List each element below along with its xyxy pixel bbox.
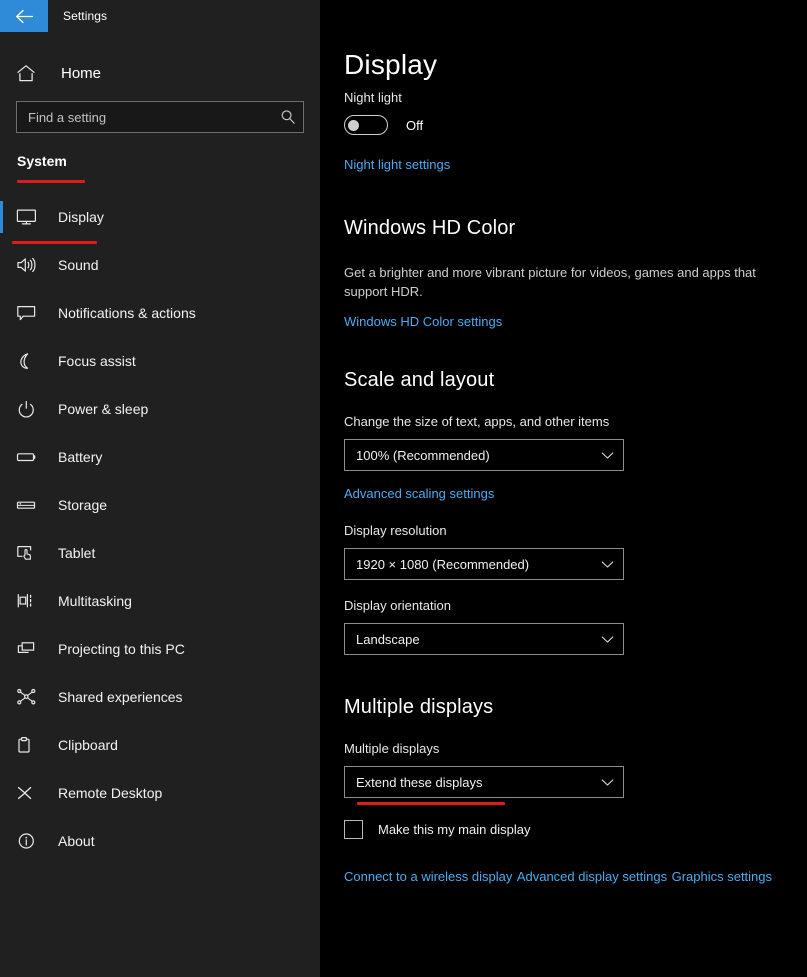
sidebar-item-sound-label: Sound	[58, 257, 99, 273]
advanced-display-settings-link[interactable]: Advanced display settings	[517, 869, 667, 884]
main-display-checkbox-row[interactable]: Make this my main display	[344, 820, 783, 839]
clipboard-icon	[16, 736, 42, 754]
back-button[interactable]	[0, 0, 48, 32]
multiple-displays-dropdown[interactable]: Extend these displays	[344, 766, 624, 805]
sidebar-item-display-label: Display	[58, 209, 104, 225]
night-light-toggle-row: Off	[344, 115, 783, 135]
sidebar-item-storage-label: Storage	[58, 497, 108, 513]
night-light-state: Off	[406, 117, 424, 133]
sidebar-item-notifications-label: Notifications & actions	[58, 305, 196, 321]
sidebar-item-multitasking[interactable]: Multitasking	[0, 577, 320, 625]
sidebar-item-battery-label: Battery	[58, 449, 103, 465]
sidebar-item-focus-assist-label: Focus assist	[58, 353, 136, 369]
graphics-settings-link[interactable]: Graphics settings	[672, 869, 772, 884]
night-light-toggle[interactable]	[344, 115, 388, 135]
windows-hd-color-heading: Windows HD Color	[344, 217, 516, 239]
battery-icon	[16, 448, 42, 466]
night-light-settings-link[interactable]: Night light settings	[344, 157, 450, 172]
sidebar-item-clipboard[interactable]: Clipboard	[0, 721, 320, 769]
orientation-dropdown[interactable]: Landscape	[344, 623, 624, 655]
power-icon	[16, 400, 42, 418]
sidebar-section-title: System	[17, 153, 67, 169]
sidebar-item-about-label: About	[58, 833, 95, 849]
annotation-underline-system	[17, 180, 85, 183]
page-title: Display	[344, 49, 438, 80]
chat-bubble-icon	[16, 304, 42, 322]
sidebar-item-display[interactable]: Display	[0, 193, 320, 241]
search-input[interactable]	[17, 109, 273, 125]
sidebar-item-storage[interactable]: Storage	[0, 481, 320, 529]
scale-dropdown-value: 100% (Recommended)	[356, 447, 490, 463]
advanced-scaling-settings-link[interactable]: Advanced scaling settings	[344, 486, 494, 501]
resolution-dropdown-value: 1920 × 1080 (Recommended)	[356, 556, 530, 572]
connect-wireless-display-link[interactable]: Connect to a wireless display	[344, 869, 512, 884]
multiple-displays-heading: Multiple displays	[344, 696, 494, 718]
share-nodes-icon	[16, 688, 42, 706]
sidebar-item-projecting-label: Projecting to this PC	[58, 641, 185, 657]
sidebar-item-clipboard-label: Clipboard	[58, 737, 118, 753]
scale-and-layout-heading: Scale and layout	[344, 369, 495, 391]
night-light-label: Night light	[344, 90, 402, 105]
main-display-checkbox-label: Make this my main display	[378, 822, 531, 837]
windows-hd-color-description: Get a brighter and more vibrant picture …	[344, 265, 756, 299]
multiple-displays-label: Multiple displays	[344, 741, 440, 756]
toggle-knob	[348, 119, 359, 131]
annotation-underline-display	[12, 241, 97, 244]
sidebar-item-remote-desktop[interactable]: Remote Desktop	[0, 769, 320, 817]
sidebar-nav-list: Display Sound Notifications & actions Fo…	[0, 193, 320, 865]
sidebar-item-projecting[interactable]: Projecting to this PC	[0, 625, 320, 673]
sidebar-item-battery[interactable]: Battery	[0, 433, 320, 481]
sidebar-item-remote-desktop-label: Remote Desktop	[58, 785, 163, 801]
speaker-icon	[16, 256, 42, 274]
chevron-down-icon	[601, 451, 614, 460]
annotation-underline-multiple-displays	[357, 802, 505, 805]
scale-dropdown[interactable]: 100% (Recommended)	[344, 439, 624, 471]
app-title: Settings	[63, 9, 108, 23]
sidebar-item-tablet-label: Tablet	[58, 545, 96, 561]
sidebar-item-power-sleep-label: Power & sleep	[58, 401, 149, 417]
scale-label: Change the size of text, apps, and other…	[344, 414, 610, 429]
info-circle-icon	[16, 832, 42, 850]
orientation-label: Display orientation	[344, 598, 451, 613]
multiple-displays-dropdown-value: Extend these displays	[356, 774, 483, 790]
sidebar-item-focus-assist[interactable]: Focus assist	[0, 337, 320, 385]
sidebar-item-power-sleep[interactable]: Power & sleep	[0, 385, 320, 433]
search-icon[interactable]	[273, 109, 303, 125]
sidebar-item-shared-experiences[interactable]: Shared experiences	[0, 673, 320, 721]
chevron-down-icon	[601, 635, 614, 644]
storage-drive-icon	[16, 496, 42, 514]
sidebar-item-multitasking-label: Multitasking	[58, 593, 132, 609]
sidebar-item-home[interactable]: Home	[0, 53, 320, 93]
resolution-label: Display resolution	[344, 523, 447, 538]
settings-window: Settings Home System	[0, 0, 807, 977]
monitor-icon	[16, 208, 42, 226]
sidebar-item-sound[interactable]: Sound	[0, 241, 320, 289]
main-content: Display Night light Off Night light sett…	[320, 0, 807, 977]
sidebar-item-about[interactable]: About	[0, 817, 320, 865]
title-bar: Settings	[0, 0, 320, 32]
sidebar-item-notifications[interactable]: Notifications & actions	[0, 289, 320, 337]
chevron-down-icon	[601, 778, 614, 787]
tablet-hand-icon	[16, 544, 42, 562]
main-display-checkbox[interactable]	[344, 820, 363, 839]
sidebar: Settings Home System	[0, 0, 320, 977]
resolution-dropdown[interactable]: 1920 × 1080 (Recommended)	[344, 548, 624, 580]
multitasking-icon	[16, 592, 42, 610]
chevron-down-icon	[601, 560, 614, 569]
remote-desktop-icon	[16, 784, 42, 802]
search-box[interactable]	[16, 101, 304, 133]
orientation-dropdown-value: Landscape	[356, 631, 420, 647]
projecting-icon	[16, 640, 42, 658]
home-icon	[16, 64, 46, 83]
windows-hd-color-settings-link[interactable]: Windows HD Color settings	[344, 314, 502, 329]
sidebar-item-tablet[interactable]: Tablet	[0, 529, 320, 577]
sidebar-item-shared-experiences-label: Shared experiences	[58, 689, 183, 705]
arrow-left-icon	[15, 9, 33, 23]
moon-icon	[16, 352, 42, 370]
sidebar-item-home-label: Home	[61, 64, 102, 82]
